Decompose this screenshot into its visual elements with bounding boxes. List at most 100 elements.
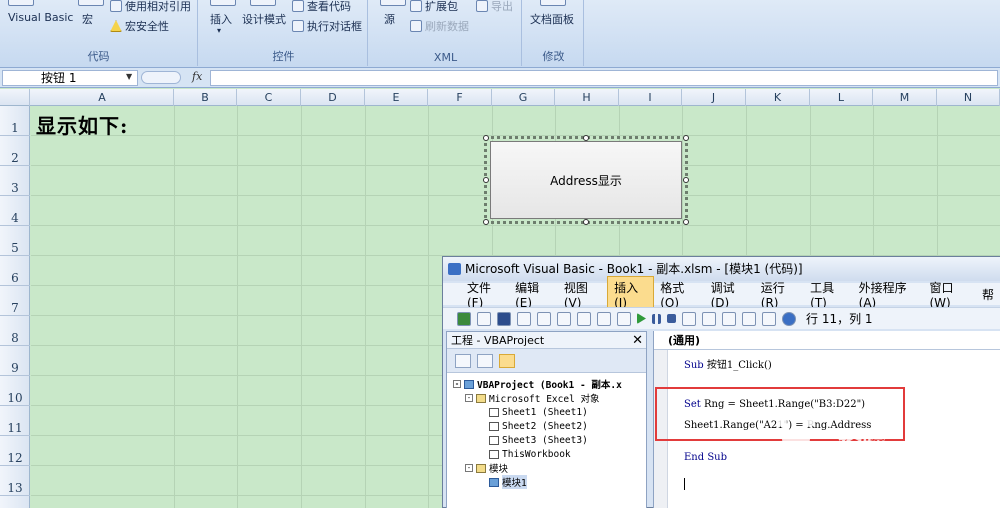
object-browser-icon[interactable] <box>742 311 756 326</box>
tree-node-sheet1[interactable]: Sheet1 (Sheet1) <box>453 405 646 419</box>
column-header-f[interactable]: F <box>428 89 492 106</box>
column-header-a[interactable]: A <box>31 89 174 106</box>
column-header-m[interactable]: M <box>873 89 937 106</box>
help-icon[interactable] <box>782 311 796 326</box>
run-dialog-button[interactable]: 执行对话框 <box>292 18 362 34</box>
column-header-e[interactable]: E <box>365 89 428 106</box>
vba-title-text: Microsoft Visual Basic - Book1 - 副本.xlsm… <box>465 262 803 276</box>
collapse-icon[interactable]: - <box>465 394 473 402</box>
toolbox-icon[interactable] <box>762 311 776 326</box>
export-button[interactable]: 导出 <box>476 0 513 14</box>
object-combo[interactable]: (通用) <box>654 331 1000 350</box>
row-header-6[interactable]: 6 <box>0 256 30 286</box>
resize-handle[interactable] <box>683 135 689 141</box>
row-header-12[interactable]: 12 <box>0 436 30 466</box>
document-panel-button[interactable]: 文档面板 <box>530 11 574 27</box>
design-mode-button[interactable]: 设计模式 <box>242 11 286 27</box>
view-code-button[interactable]: 查看代码 <box>292 0 351 14</box>
find-icon[interactable] <box>577 311 591 326</box>
tree-node-sheet3[interactable]: Sheet3 (Sheet3) <box>453 433 646 447</box>
row-header-1[interactable]: 1 <box>0 106 30 136</box>
row-header-3[interactable]: 3 <box>0 166 30 196</box>
row-header-5[interactable]: 5 <box>0 226 30 256</box>
cell-a1-text[interactable]: 显示如下: <box>36 110 128 139</box>
collapse-icon[interactable]: - <box>453 380 461 388</box>
column-header-n[interactable]: N <box>937 89 1000 106</box>
column-header-j[interactable]: J <box>682 89 746 106</box>
tree-node-excel-objects[interactable]: - Microsoft Excel 对象 <box>453 391 646 405</box>
name-box[interactable]: 按钮 1 <box>2 70 138 86</box>
column-header-l[interactable]: L <box>810 89 873 106</box>
view-object-icon[interactable] <box>477 353 493 368</box>
column-header-d[interactable]: D <box>301 89 365 106</box>
code-line-end-sub[interactable]: End Sub <box>684 452 727 463</box>
column-header-c[interactable]: C <box>237 89 301 106</box>
project-icon <box>464 379 474 389</box>
ribbon: Visual Basic 宏 使用相对引用 宏安全性 代码 插入 ▾ 设计模式 … <box>0 0 1000 68</box>
row-header-8[interactable]: 8 <box>0 316 30 346</box>
resize-handle[interactable] <box>583 219 589 225</box>
tree-node-sheet2[interactable]: Sheet2 (Sheet2) <box>453 419 646 433</box>
resize-handle[interactable] <box>683 219 689 225</box>
resize-handle[interactable] <box>483 177 489 183</box>
tree-node-thisworkbook[interactable]: ThisWorkbook <box>453 447 646 461</box>
relative-reference-button[interactable]: 使用相对引用 <box>110 0 191 14</box>
row-header-9[interactable]: 9 <box>0 346 30 376</box>
insert-function-button[interactable]: fx <box>192 70 202 83</box>
formula-expand-handle[interactable] <box>141 71 181 84</box>
design-mode-icon[interactable] <box>682 311 696 326</box>
pause-icon[interactable] <box>652 313 661 324</box>
menu-help[interactable]: 帮 <box>976 284 1000 305</box>
row-header-4[interactable]: 4 <box>0 196 30 226</box>
tree-node-vbaproject[interactable]: - VBAProject (Book1 - 副本.x <box>453 377 646 391</box>
column-header-b[interactable]: B <box>174 89 237 106</box>
close-icon[interactable]: ✕ <box>632 332 643 349</box>
collapse-icon[interactable]: - <box>465 464 473 472</box>
name-box-dropdown-icon[interactable]: ▼ <box>126 72 132 81</box>
column-header-i[interactable]: I <box>619 89 682 106</box>
project-explorer-icon[interactable] <box>702 311 716 326</box>
save-icon[interactable] <box>497 311 511 326</box>
excel-view-icon[interactable] <box>457 311 471 326</box>
resize-handle[interactable] <box>583 135 589 141</box>
row-header-2[interactable]: 2 <box>0 136 30 166</box>
module-icon <box>489 477 499 487</box>
row-header-10[interactable]: 10 <box>0 376 30 406</box>
toggle-folders-icon[interactable] <box>499 353 515 368</box>
resize-handle[interactable] <box>683 177 689 183</box>
column-header-g[interactable]: G <box>492 89 555 106</box>
address-display-button[interactable]: Address显示 <box>490 141 682 219</box>
source-button[interactable]: 源 <box>384 11 395 27</box>
view-code-icon[interactable] <box>455 353 471 368</box>
redo-icon[interactable] <box>617 311 631 326</box>
insert-userform-icon[interactable] <box>477 311 491 326</box>
insert-control-button[interactable]: 插入 <box>210 11 232 27</box>
refresh-data-button[interactable]: 刷新数据 <box>410 18 469 34</box>
row-header-13[interactable]: 13 <box>0 466 30 496</box>
row-header-11[interactable]: 11 <box>0 406 30 436</box>
expansion-pack-button[interactable]: 扩展包 <box>410 0 458 14</box>
formula-input[interactable] <box>210 70 998 86</box>
tree-node-module1[interactable]: 模块1 <box>453 475 646 489</box>
macro-button[interactable]: 宏 <box>82 11 93 27</box>
tree-node-modules[interactable]: - 模块 <box>453 461 646 475</box>
select-all-corner[interactable] <box>0 89 30 106</box>
copy-icon[interactable] <box>537 311 551 326</box>
column-header-h[interactable]: H <box>555 89 619 106</box>
row-header-7[interactable]: 7 <box>0 286 30 316</box>
column-header-k[interactable]: K <box>746 89 810 106</box>
macro-security-button[interactable]: 宏安全性 <box>110 18 169 34</box>
grid-line <box>237 106 238 508</box>
properties-icon[interactable] <box>722 311 736 326</box>
insert-dropdown-icon[interactable]: ▾ <box>217 26 221 35</box>
resize-handle[interactable] <box>483 219 489 225</box>
folder-icon <box>476 463 486 473</box>
run-icon[interactable] <box>637 313 646 324</box>
cut-icon[interactable] <box>517 311 531 326</box>
undo-icon[interactable] <box>597 311 611 326</box>
paste-icon[interactable] <box>557 311 571 326</box>
visual-basic-button[interactable]: Visual Basic <box>8 11 73 24</box>
code-line-sub[interactable]: Sub 按钮1_Click() <box>684 356 772 371</box>
stop-icon[interactable] <box>667 314 676 323</box>
resize-handle[interactable] <box>483 135 489 141</box>
